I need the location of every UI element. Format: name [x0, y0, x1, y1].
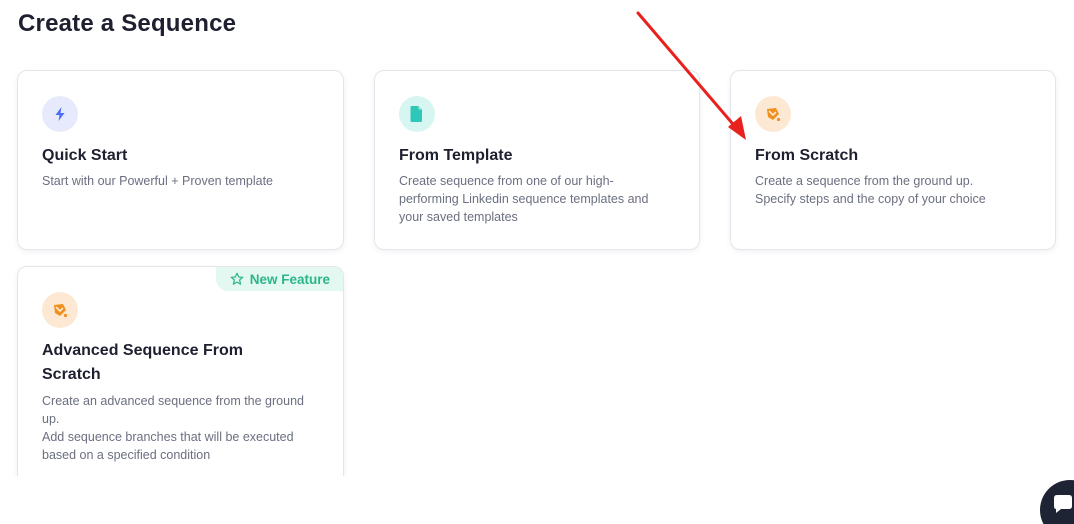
advanced-sequence-card[interactable]: New Feature Advanced Sequence From Scrat…	[17, 266, 344, 481]
lightning-icon	[42, 96, 78, 132]
pen-tool-icon	[755, 96, 791, 132]
card-description: Create an advanced sequence from the gro…	[42, 394, 304, 462]
from-scratch-card[interactable]: From Scratch Create a sequence from the …	[730, 70, 1056, 250]
chat-icon	[1054, 495, 1072, 513]
star-icon	[230, 272, 244, 286]
pen-tool-icon	[42, 292, 78, 328]
page-bottom-area	[0, 476, 1074, 524]
new-feature-badge: New Feature	[215, 267, 343, 291]
card-title: Advanced Sequence From Scratch	[42, 342, 243, 383]
page-title: Create a Sequence	[18, 10, 237, 37]
card-description: Create sequence from one of our high-per…	[399, 174, 649, 224]
from-template-card[interactable]: From Template Create sequence from one o…	[374, 70, 700, 250]
card-title: From Template	[399, 147, 513, 164]
card-title: From Scratch	[755, 147, 859, 164]
quick-start-card[interactable]: Quick Start Start with our Powerful + Pr…	[17, 70, 344, 250]
card-title: Quick Start	[42, 147, 128, 164]
badge-label: New Feature	[249, 271, 330, 287]
document-icon	[399, 96, 435, 132]
card-description: Create a sequence from the ground up. Sp…	[755, 174, 986, 206]
card-description: Start with our Powerful + Proven templat…	[42, 174, 274, 188]
